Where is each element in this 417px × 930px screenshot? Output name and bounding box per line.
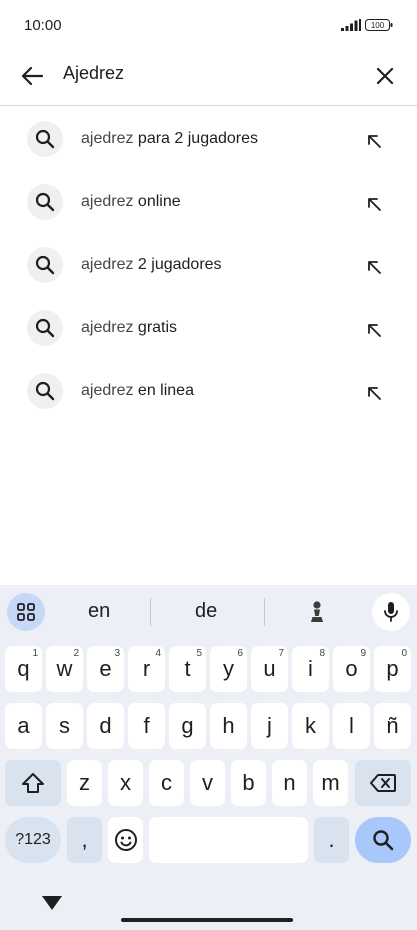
- chess-pawn-emoji-suggestion[interactable]: [305, 598, 329, 626]
- arrow-back-icon: [21, 66, 43, 86]
- search-icon: [27, 121, 63, 157]
- key-v[interactable]: v: [190, 760, 225, 806]
- back-button[interactable]: [16, 60, 48, 92]
- space-key[interactable]: [149, 817, 308, 863]
- word-suggestion[interactable]: de: [195, 600, 217, 623]
- suggestion-divider: [150, 598, 151, 626]
- suggestion-item[interactable]: ajedrez 2 jugadores: [0, 235, 417, 291]
- arrow-up-left-icon: [368, 261, 381, 274]
- emoji-icon: [114, 829, 137, 851]
- signal-icon: [341, 19, 361, 31]
- clear-button[interactable]: [369, 60, 401, 92]
- search-key[interactable]: [355, 817, 411, 863]
- apps-grid-icon: [17, 603, 35, 621]
- key-h[interactable]: h: [210, 703, 247, 749]
- keyboard-suggestion-strip: en de: [0, 585, 417, 639]
- battery-level: 100: [371, 21, 385, 30]
- key-s[interactable]: s: [46, 703, 83, 749]
- suggestion-label: ajedrez en linea: [81, 382, 194, 399]
- key-m[interactable]: m: [313, 760, 348, 806]
- key-x[interactable]: x: [108, 760, 143, 806]
- arrow-up-left-icon: [368, 324, 381, 337]
- key-e[interactable]: e3: [87, 646, 124, 692]
- arrow-up-left-icon: [368, 198, 381, 211]
- key-f[interactable]: f: [128, 703, 165, 749]
- key-j[interactable]: j: [251, 703, 288, 749]
- suggestion-label: ajedrez 2 jugadores: [81, 256, 222, 273]
- key-q[interactable]: q1: [5, 646, 42, 692]
- search-icon: [373, 830, 394, 851]
- period-key[interactable]: .: [314, 817, 349, 863]
- key-b[interactable]: b: [231, 760, 266, 806]
- key-g[interactable]: g: [169, 703, 206, 749]
- fill-query-button[interactable]: [362, 192, 386, 216]
- home-indicator[interactable]: [121, 918, 293, 922]
- emoji-key[interactable]: [108, 817, 143, 863]
- suggestion-label: ajedrez online: [81, 193, 181, 210]
- suggestion-item[interactable]: ajedrez online: [0, 172, 417, 228]
- search-icon: [27, 310, 63, 346]
- arrow-up-left-icon: [368, 135, 381, 148]
- suggestion-item[interactable]: ajedrez para 2 jugadores: [0, 109, 417, 165]
- key-u[interactable]: u7: [251, 646, 288, 692]
- backspace-key[interactable]: [355, 760, 411, 806]
- key-c[interactable]: c: [149, 760, 184, 806]
- search-icon: [27, 373, 63, 409]
- key-i[interactable]: i8: [292, 646, 329, 692]
- suggestion-item[interactable]: ajedrez en linea: [0, 361, 417, 417]
- navigation-bar: [0, 885, 417, 930]
- key-n[interactable]: n: [272, 760, 307, 806]
- keyboard: en de q1 w2 e3 r4 t5 y6 u7 i8 o9 p0 a s …: [0, 585, 417, 930]
- key-w[interactable]: w2: [46, 646, 83, 692]
- keyboard-menu-button[interactable]: [7, 593, 45, 631]
- key-k[interactable]: k: [292, 703, 329, 749]
- word-suggestion[interactable]: en: [88, 600, 110, 623]
- key-y[interactable]: y6: [210, 646, 247, 692]
- hide-keyboard-button[interactable]: [40, 893, 64, 913]
- search-bar: Ajedrez: [0, 50, 417, 106]
- close-icon: [376, 67, 394, 85]
- symbols-key[interactable]: ?123: [5, 817, 61, 863]
- key-d[interactable]: d: [87, 703, 124, 749]
- search-icon: [27, 184, 63, 220]
- suggestion-label: ajedrez gratis: [81, 319, 178, 336]
- microphone-icon: [384, 602, 398, 622]
- fill-query-button[interactable]: [362, 129, 386, 153]
- key-l[interactable]: l: [333, 703, 370, 749]
- key-a[interactable]: a: [5, 703, 42, 749]
- key-z[interactable]: z: [67, 760, 102, 806]
- key-r[interactable]: r4: [128, 646, 165, 692]
- search-input[interactable]: Ajedrez: [63, 63, 124, 84]
- suggestion-item[interactable]: ajedrez gratis: [0, 298, 417, 354]
- battery-icon: 100: [365, 19, 393, 31]
- status-bar: 10:00 100: [0, 0, 417, 50]
- key-n-tilde[interactable]: ñ: [374, 703, 411, 749]
- shift-icon: [22, 773, 44, 793]
- fill-query-button[interactable]: [362, 381, 386, 405]
- chess-pawn-icon: [311, 601, 323, 622]
- suggestion-label: ajedrez para 2 jugadores: [81, 130, 259, 147]
- comma-key[interactable]: ,: [67, 817, 102, 863]
- backspace-icon: [370, 774, 396, 792]
- fill-query-button[interactable]: [362, 318, 386, 342]
- search-icon: [27, 247, 63, 283]
- key-t[interactable]: t5: [169, 646, 206, 692]
- shift-key[interactable]: [5, 760, 61, 806]
- suggestion-divider: [264, 598, 265, 626]
- voice-input-button[interactable]: [372, 593, 410, 631]
- key-o[interactable]: o9: [333, 646, 370, 692]
- fill-query-button[interactable]: [362, 255, 386, 279]
- status-time: 10:00: [24, 17, 62, 34]
- arrow-up-left-icon: [368, 387, 381, 400]
- key-p[interactable]: p0: [374, 646, 411, 692]
